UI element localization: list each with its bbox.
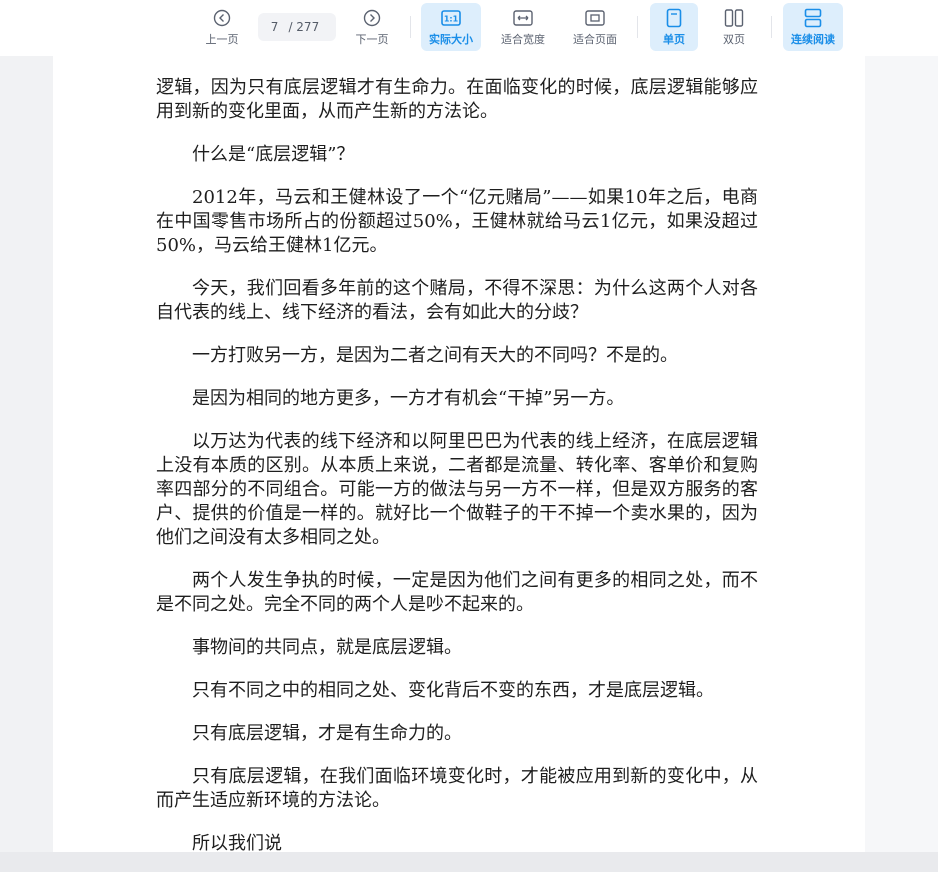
reader-toolbar: 上一页 7 / 277 下一页 1:1 实际大小 适合宽度 适合页面 单页 双页… xyxy=(0,0,938,56)
fit-page-button[interactable]: 适合页面 xyxy=(565,3,625,51)
single-page-icon xyxy=(664,8,684,28)
chevron-right-icon xyxy=(362,8,382,28)
continuous-read-button[interactable]: 连续阅读 xyxy=(783,3,843,51)
actual-size-icon: 1:1 xyxy=(441,8,461,28)
continuous-read-label: 连续阅读 xyxy=(791,32,835,46)
paragraph: 只有底层逻辑，在我们面临环境变化时，才能被应用到新的变化中，从而产生适应新环境的… xyxy=(156,766,758,811)
double-page-button[interactable]: 双页 xyxy=(710,3,758,51)
chevron-left-icon xyxy=(212,8,232,28)
prev-page-label: 上一页 xyxy=(205,32,239,46)
horizontal-scrollbar[interactable] xyxy=(0,852,938,872)
toolbar-divider xyxy=(410,16,411,38)
paragraph: 以万达为代表的线下经济和以阿里巴巴为代表的线上经济，在底层逻辑上没有本质的区别。… xyxy=(156,431,758,548)
paragraph: 两个人发生争执的时候，一定是因为他们之间有更多的相同之处，而不是不同之处。完全不… xyxy=(156,570,758,615)
double-page-icon xyxy=(724,8,744,28)
paragraph: 只有底层逻辑，才是有生命力的。 xyxy=(192,723,462,744)
paragraph: 一方打败另一方，是因为二者之间有天大的不同吗？不是的。 xyxy=(192,345,678,366)
viewer-background xyxy=(865,56,938,852)
paragraph: 逻辑，因为只有底层逻辑才有生命力。在面临变化的时候，底层逻辑能够应用到新的变化里… xyxy=(156,77,758,122)
toolbar-divider xyxy=(771,16,772,38)
next-page-label: 下一页 xyxy=(355,32,389,46)
page-text: 逻辑，因为只有底层逻辑才有生命力。在面临变化的时候，底层逻辑能够应用到新的变化里… xyxy=(156,76,758,852)
svg-text:1:1: 1:1 xyxy=(444,14,459,23)
page-indicator[interactable]: 7 / 277 xyxy=(258,13,336,41)
fit-page-icon xyxy=(585,8,605,28)
fit-width-label: 适合宽度 xyxy=(501,32,545,46)
prev-page-button[interactable]: 上一页 xyxy=(196,3,248,51)
single-page-label: 单页 xyxy=(663,32,685,46)
paragraph: 只有不同之中的相同之处、变化背后不变的东西，才是底层逻辑。 xyxy=(192,680,714,701)
paragraph: 事物间的共同点，就是底层逻辑。 xyxy=(192,637,462,658)
paragraph: 所以我们说 xyxy=(192,833,282,852)
double-page-label: 双页 xyxy=(723,32,745,46)
current-page-input[interactable]: 7 xyxy=(271,20,279,34)
next-page-button[interactable]: 下一页 xyxy=(346,3,398,51)
paragraph: 什么是“底层逻辑”？ xyxy=(192,144,355,165)
paragraph: 今天，我们回看多年前的这个赌局，不得不深思：为什么这两个人对各自代表的线上、线下… xyxy=(156,278,758,323)
single-page-button[interactable]: 单页 xyxy=(650,3,698,51)
continuous-read-icon xyxy=(803,8,823,28)
paragraph: 2012年，马云和王健林设了一个“亿元赌局”——如果10年之后，电商在中国零售市… xyxy=(156,187,758,256)
fit-page-label: 适合页面 xyxy=(573,32,617,46)
fit-width-icon xyxy=(513,8,533,28)
total-pages: / 277 xyxy=(288,20,320,34)
actual-size-button[interactable]: 1:1 实际大小 xyxy=(421,3,481,51)
fit-width-button[interactable]: 适合宽度 xyxy=(493,3,553,51)
toolbar-divider xyxy=(637,16,638,38)
paragraph: 是因为相同的地方更多，一方才有机会“干掉”另一方。 xyxy=(192,388,625,409)
document-page: 逻辑，因为只有底层逻辑才有生命力。在面临变化的时候，底层逻辑能够应用到新的变化里… xyxy=(53,56,865,852)
actual-size-label: 实际大小 xyxy=(429,32,473,46)
